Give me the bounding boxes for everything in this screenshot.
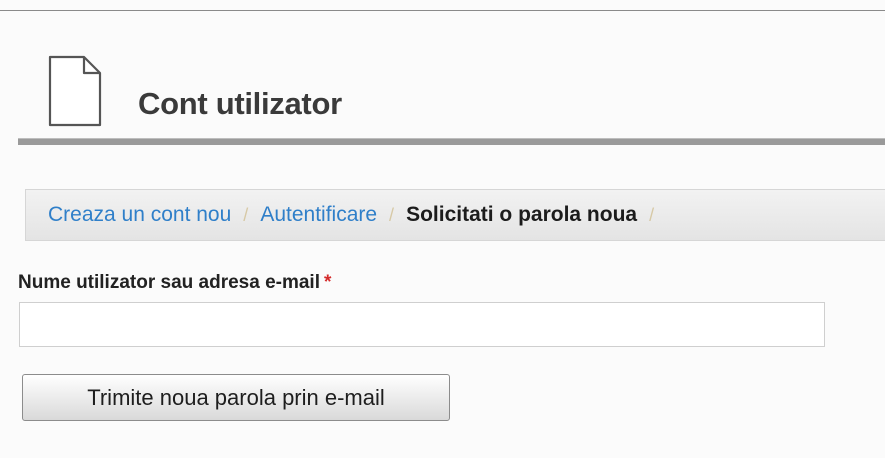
username-label: Nume utilizator sau adresa e-mail * <box>18 272 331 294</box>
document-icon <box>48 55 102 127</box>
required-marker: * <box>324 272 332 293</box>
title-divider <box>18 138 885 145</box>
tab-separator: / <box>649 204 655 225</box>
tab-login[interactable]: Autentificare <box>260 203 377 227</box>
username-input[interactable] <box>19 302 825 347</box>
tab-request-password[interactable]: Solicitati o parola noua <box>406 203 637 227</box>
username-label-text: Nume utilizator sau adresa e-mail <box>18 272 320 293</box>
tab-bar: Creaza un cont nou / Autentificare / Sol… <box>25 189 885 241</box>
send-password-button[interactable]: Trimite noua parola prin e-mail <box>22 374 450 421</box>
tab-separator: / <box>389 204 395 225</box>
page-title: Cont utilizator <box>138 86 342 121</box>
tab-create-account[interactable]: Creaza un cont nou <box>48 203 231 227</box>
tab-separator: / <box>243 204 249 225</box>
top-divider <box>0 10 885 11</box>
page: Cont utilizator Creaza un cont nou / Aut… <box>0 0 885 458</box>
